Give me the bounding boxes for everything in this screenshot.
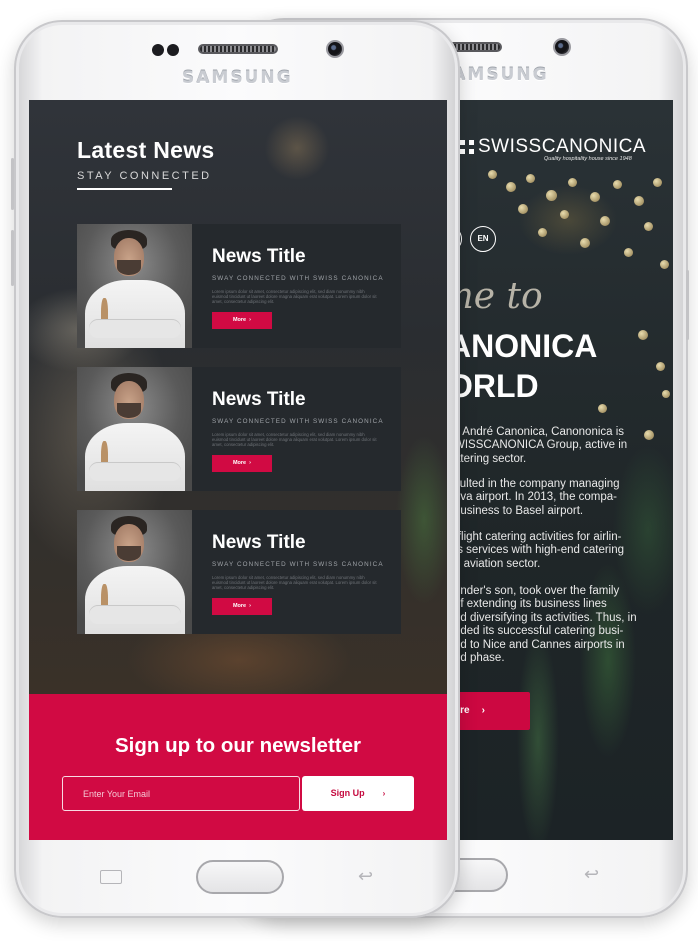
newsletter-section: Sign up to our newsletter Sign Up › [29,694,447,840]
decor-bean [662,390,670,398]
news-tagline: SWAY CONNECTED WITH SWISS CANONICA [212,418,384,425]
power-button[interactable] [686,270,689,340]
news-title[interactable]: News Title [212,246,306,268]
recent-apps-key-icon[interactable] [100,870,122,884]
news-tagline: SWAY CONNECTED WITH SWISS CANONICA [212,561,384,568]
decor-bean [580,238,590,248]
home-button[interactable] [196,860,284,894]
front-camera-icon [553,38,571,56]
back-key-icon[interactable]: ↩ [358,866,373,887]
news-more-button[interactable]: More › [212,598,272,615]
chevron-right-icon: › [249,603,252,609]
back-logo-tagline: Quality hospitality house since 1948 [544,156,632,162]
newsletter-signup-button[interactable]: Sign Up › [302,776,414,811]
decor-bean [644,222,653,231]
news-card[interactable]: News Title SWAY CONNECTED WITH SWISS CAN… [77,510,401,634]
volume-down-button[interactable] [11,230,14,286]
language-button-en[interactable]: EN [470,226,496,252]
news-excerpt: Lorem ipsum dolor sit amet, consectetur … [212,575,377,591]
decor-bean [653,178,662,187]
decor-bean [613,180,622,189]
welcome-script-text: ome to [448,276,543,317]
light-sensor [167,44,179,56]
stay-connected-subheading: STAY CONNECTED [77,170,212,182]
chevron-right-icon: › [249,317,252,323]
decor-bean [518,204,528,214]
news-card[interactable]: News Title SWAY CONNECTED WITH SWISS CAN… [77,367,401,491]
back-paragraph-2: sulted in the company managing eva airpo… [454,478,620,517]
news-excerpt: Lorem ipsum dolor sit amet, consectetur … [212,289,377,305]
decor-bean [634,196,644,206]
news-more-button[interactable]: More › [212,455,272,472]
decor-bean [656,362,665,371]
news-more-button[interactable]: More › [212,312,272,329]
news-card[interactable]: News Title SWAY CONNECTED WITH SWISS CAN… [77,224,401,348]
chef-photo [77,510,192,634]
back-screen: SWISSCANONICA Quality hospitality house … [448,100,673,840]
newsletter-title: Sign up to our newsletter [114,734,361,757]
news-more-label: More [232,317,247,323]
back-heading-line2: ORLD [448,368,539,404]
chevron-right-icon: › [382,789,386,798]
decor-bean [590,192,600,202]
back-key-icon[interactable]: ↩ [584,864,599,885]
decor-bean [598,404,607,413]
signup-label: Sign Up [330,788,365,798]
decor-bean [624,248,633,257]
decor-bean [560,210,569,219]
news-tagline: SWAY CONNECTED WITH SWISS CANONICA [212,275,384,282]
decor-bean [600,216,610,226]
decor-bean [488,170,497,179]
chevron-right-icon: › [249,460,252,466]
decor-bean [546,190,557,201]
newsletter-email-input[interactable] [62,776,300,811]
news-more-label: More [232,603,247,609]
decor-bean [638,330,648,340]
back-heading-line1: ANONICA [448,328,598,364]
decor-bean [660,260,669,269]
news-excerpt: Lorem ipsum dolor sit amet, consectetur … [212,432,377,448]
swisscanonica-logo-icon [460,140,474,154]
decor-bean [568,178,577,187]
chef-photo [77,367,192,491]
back-logo-text[interactable]: SWISSCANONICA [478,136,646,158]
chef-photo [77,224,192,348]
news-title[interactable]: News Title [212,532,306,554]
volume-up-button[interactable] [11,158,14,210]
decor-bean [538,228,547,237]
chevron-right-icon: › [481,705,485,716]
heading-underline [77,188,172,190]
decor-bean [526,174,535,183]
proximity-sensor [152,44,164,56]
front-screen: Latest News STAY CONNECTED News Title SW… [29,100,447,840]
back-paragraph-4: under's son, took over the family of ext… [454,585,637,665]
back-paragraph-3: -flight catering activities for airlin- … [454,531,625,570]
decor-bean [506,182,516,192]
earpiece-speaker [198,44,278,54]
back-more-button[interactable]: ore › [448,692,530,730]
back-paragraph-1: y André Canonica, Canononica is WISSCANO… [454,426,628,465]
latest-news-heading: Latest News [77,137,215,163]
device-brand-logo: SAMSUNG [182,68,293,88]
front-camera-icon [326,40,344,58]
news-title[interactable]: News Title [212,389,306,411]
news-more-label: More [232,460,247,466]
